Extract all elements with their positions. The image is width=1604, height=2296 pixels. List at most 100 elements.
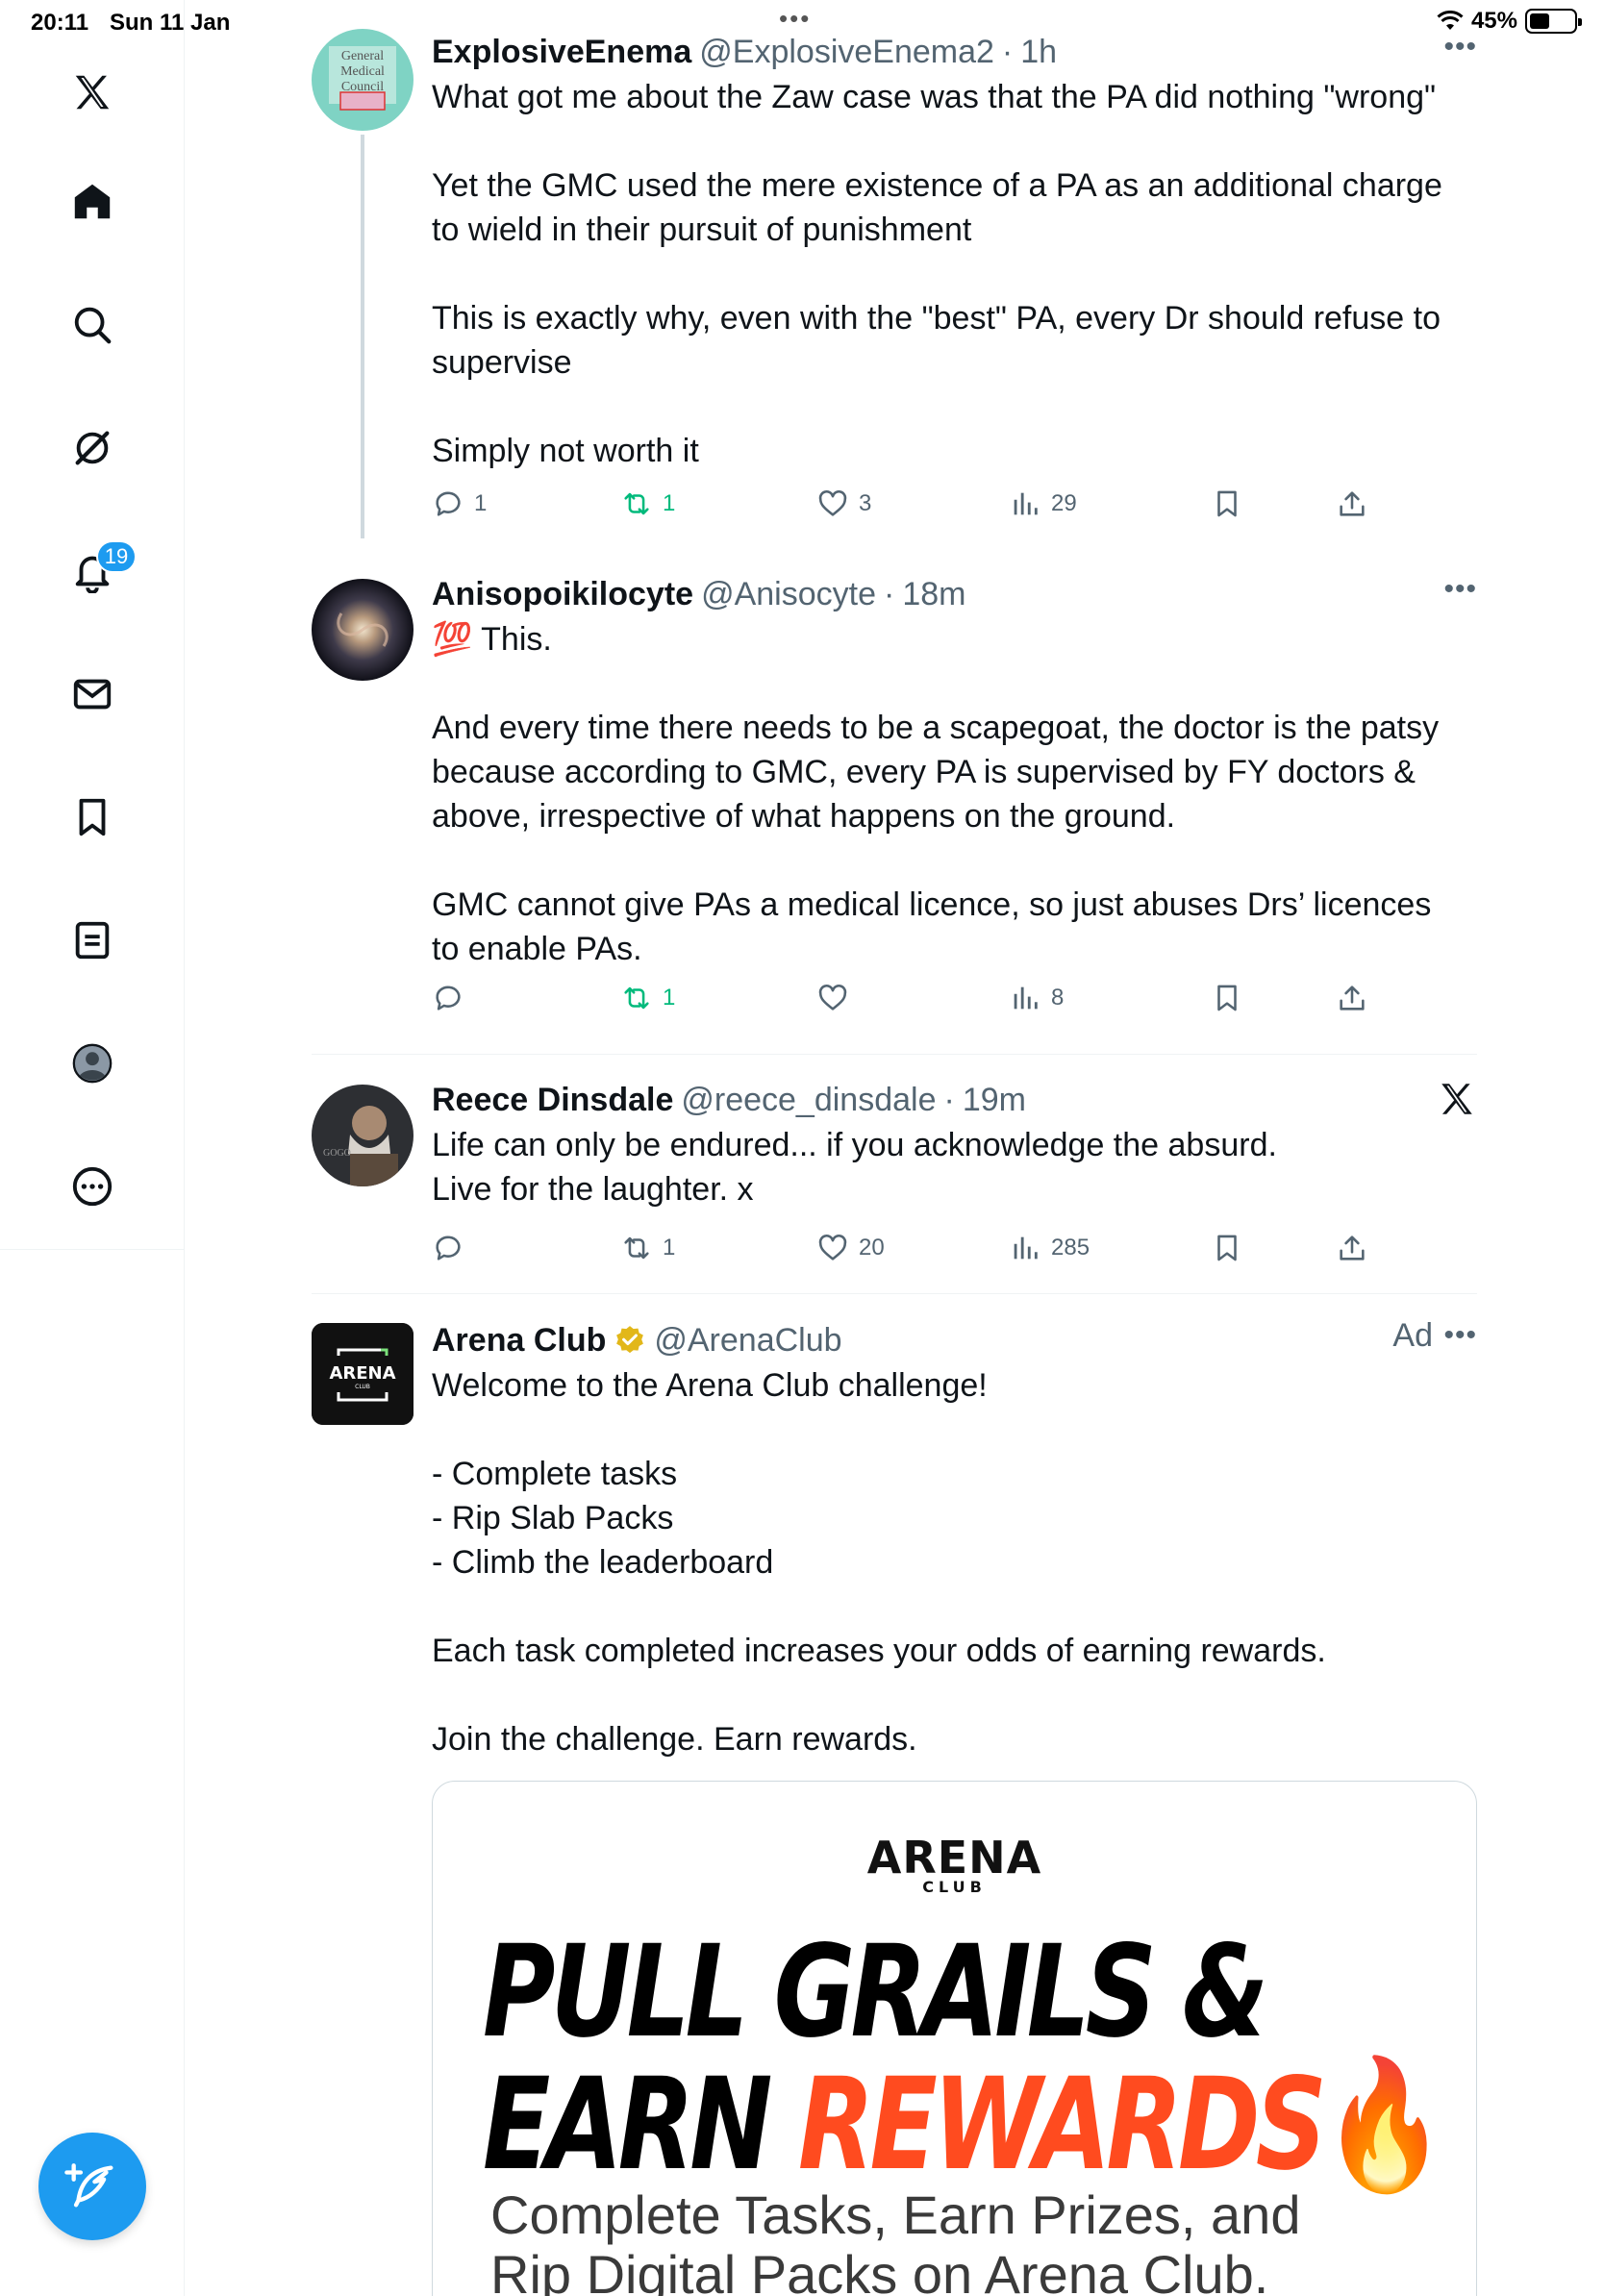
heart-icon	[818, 1235, 847, 1260]
repost-button[interactable]: 1	[620, 487, 675, 520]
tweet-text: What got me about the Zaw case was that …	[432, 75, 1467, 473]
svg-text:GOGO: GOGO	[323, 1148, 351, 1159]
tweet-paragraph: GMC cannot give PAs a medical licence, s…	[432, 886, 1432, 967]
share-button[interactable]	[1336, 982, 1368, 1014]
svg-text:General: General	[341, 49, 384, 63]
heart-icon	[818, 985, 847, 1011]
views-button[interactable]: 29	[1009, 487, 1077, 520]
tweet[interactable]: General Medical Council ExplosiveEnema @Ex…	[312, 29, 1477, 538]
ad-headline-rewards: REWARDS	[797, 2051, 1327, 2199]
profile-icon[interactable]	[58, 1029, 127, 1098]
timestamp[interactable]: 18m	[902, 576, 965, 613]
avatar[interactable]: General Medical Council	[312, 29, 414, 131]
fire-icon: 🔥	[1322, 2051, 1445, 2199]
more-options-icon[interactable]: •••	[1443, 573, 1477, 606]
more-options-icon[interactable]: •••	[1443, 1319, 1477, 1352]
views-button[interactable]: 8	[1009, 982, 1064, 1014]
lists-icon[interactable]	[58, 906, 127, 975]
tweet-divider	[312, 1293, 1477, 1294]
avatar[interactable]: ARENA CLUB	[312, 1323, 414, 1425]
home-icon[interactable]	[58, 167, 127, 237]
bookmark-button[interactable]	[1211, 982, 1243, 1014]
display-name[interactable]: Anisopoikilocyte	[432, 576, 693, 613]
x-close-icon[interactable]	[1437, 1079, 1477, 1119]
like-button[interactable]: 20	[816, 1232, 885, 1264]
svg-text:ARENA: ARENA	[329, 1363, 395, 1384]
tweet-divider	[312, 1054, 1477, 1055]
tweet-paragraph	[432, 1408, 1467, 1452]
battery-icon	[1525, 9, 1582, 34]
reply-button[interactable]	[432, 982, 474, 1014]
handle[interactable]: @Anisocyte	[701, 576, 876, 613]
grok-icon[interactable]	[58, 413, 127, 483]
handle[interactable]: @ExplosiveEnema2	[699, 34, 994, 71]
tweet-paragraph: Simply not worth it	[432, 433, 699, 469]
reply-icon	[436, 1235, 461, 1260]
bookmarks-icon[interactable]	[58, 783, 127, 852]
tweet-text: Welcome to the Arena Club challenge! - C…	[432, 1363, 1467, 1761]
ad-subline-1: Complete Tasks, Earn Prizes, and	[490, 2184, 1301, 2245]
views-icon	[1014, 986, 1038, 1010]
reply-count: 1	[474, 490, 488, 516]
handle[interactable]: @reece_dinsdale	[681, 1082, 936, 1119]
thread-line	[361, 135, 364, 538]
avatar[interactable]: GOGO	[312, 1085, 414, 1186]
views-button[interactable]: 285	[1009, 1232, 1090, 1264]
share-button[interactable]	[1336, 1232, 1368, 1264]
tweet-paragraph: Yet the GMC used the mere existence of a…	[432, 167, 1442, 248]
svg-text:CLUB: CLUB	[355, 1384, 370, 1390]
reply-button[interactable]	[432, 1232, 474, 1264]
compose-icon	[64, 2163, 113, 2208]
tweet-header: Reece Dinsdale @reece_dinsdale · 19m	[432, 1077, 1477, 1123]
compose-button[interactable]	[38, 2133, 146, 2240]
display-name[interactable]: Arena Club	[432, 1322, 606, 1360]
share-button[interactable]	[1336, 487, 1368, 520]
tweet-paragraph: - Rip Slab Packs	[432, 1500, 674, 1536]
share-icon	[1340, 1235, 1365, 1260]
separator: ·	[1001, 33, 1014, 70]
notifications-icon[interactable]: 19	[58, 537, 137, 606]
like-count: 20	[859, 1235, 885, 1260]
tweet-paragraph	[432, 385, 1467, 429]
tweet-text: 💯 This. And every time there needs to be…	[432, 617, 1467, 971]
bookmark-button[interactable]	[1211, 487, 1243, 520]
repost-button[interactable]: 1	[620, 1232, 675, 1264]
ad-media-card[interactable]: ARENA CLUB PULL GRAILS & EARN REWARDS🔥 C…	[432, 1781, 1477, 2296]
like-button[interactable]: 3	[816, 487, 871, 520]
more-options-icon[interactable]: •••	[1443, 31, 1477, 63]
tweet-actions: 1 20 285	[432, 1227, 1477, 1269]
share-icon	[1340, 491, 1365, 516]
svg-text:Medical: Medical	[340, 64, 385, 79]
tweet-paragraph: Join the challenge. Earn rewards.	[432, 1721, 917, 1758]
reply-icon	[436, 986, 461, 1011]
ad-logo-subtext: CLUB	[922, 1878, 987, 1896]
bookmark-icon	[1217, 985, 1237, 1011]
sidebar-nav: 19	[0, 0, 185, 2296]
display-name[interactable]: ExplosiveEnema	[432, 34, 691, 71]
more-icon[interactable]	[58, 1152, 127, 1221]
avatar[interactable]	[312, 579, 414, 681]
handle[interactable]: @ArenaClub	[654, 1322, 841, 1360]
separator: ·	[883, 575, 895, 612]
messages-icon[interactable]	[58, 660, 127, 729]
ad-subline-2: Rip Digital Packs on Arena Club.	[490, 2244, 1269, 2296]
verified-badge-icon[interactable]	[614, 1324, 646, 1357]
display-name[interactable]: Reece Dinsdale	[432, 1082, 673, 1119]
x-logo-icon[interactable]	[58, 58, 127, 127]
reply-button[interactable]: 1	[432, 487, 487, 520]
bookmark-button[interactable]	[1211, 1232, 1243, 1264]
tweet-paragraph: Welcome to the Arena Club challenge!	[432, 1367, 988, 1404]
tweet-header: Anisopoikilocyte @Anisocyte · 18m	[432, 571, 1477, 617]
timestamp[interactable]: 1h	[1020, 34, 1057, 71]
views-icon	[1014, 492, 1038, 515]
repost-button[interactable]: 1	[620, 982, 675, 1014]
tweet[interactable]: Anisopoikilocyte @Anisocyte · 18m ••• 💯 …	[312, 571, 1477, 1033]
tweet-paragraph	[432, 661, 1467, 706]
timestamp[interactable]: 19m	[963, 1082, 1026, 1119]
repost-count: 1	[663, 1235, 676, 1260]
tweet-actions: 1 8	[432, 977, 1477, 1019]
search-icon[interactable]	[58, 290, 127, 360]
like-button[interactable]	[816, 982, 859, 1014]
tweet-paragraph: Live for the laughter. x	[432, 1171, 754, 1208]
tweet[interactable]: GOGO Reece Dinsdale @reece_dinsdale · 19…	[312, 1077, 1477, 1269]
